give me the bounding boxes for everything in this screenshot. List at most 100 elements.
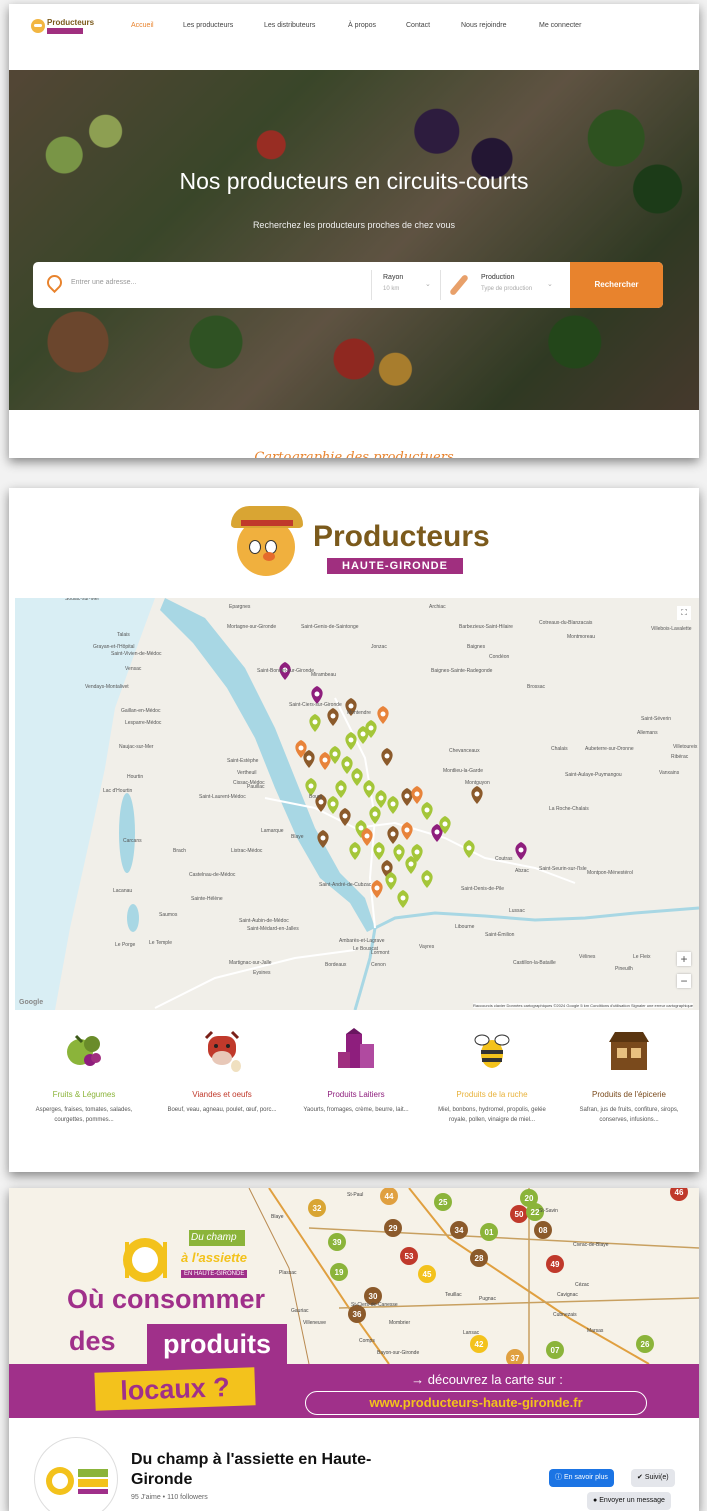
zoom-out-button[interactable]: − [677,974,691,988]
map-pin-icon[interactable] [303,750,315,768]
map-pin-icon[interactable] [387,796,399,814]
nav-a-propos[interactable]: À propos [348,22,376,29]
nav-me-connecter[interactable]: Me connecter [539,22,581,29]
map-pin-icon[interactable] [339,808,351,826]
search-button[interactable]: Rechercher [570,262,663,308]
map-place-label: Libourne [455,924,475,930]
chevron-down-icon[interactable]: ⌄ [425,280,431,288]
nav-contact[interactable]: Contact [406,22,430,29]
map-pin-icon[interactable] [375,790,387,808]
follow-label: Suivi(e) [644,1474,669,1481]
svg-text:34: 34 [455,1226,464,1235]
zoom-in-button[interactable]: + [677,952,691,966]
map-attribution[interactable]: Raccourcis clavier Données cartographiqu… [472,1003,693,1008]
svg-text:49: 49 [551,1260,560,1269]
map-pin-icon[interactable] [335,780,347,798]
map-number-badge: 01 [480,1223,498,1241]
map-pin-icon[interactable] [397,890,409,908]
follow-button[interactable]: ✔ Suivi(e) [631,1469,675,1487]
map-place-label: Allemans [637,730,658,736]
page-stats[interactable]: 95 J'aime • 110 followers [131,1494,208,1501]
nav-nous-rejoindre[interactable]: Nous rejoindre [461,22,507,29]
lac-lacanau [127,904,139,932]
fullscreen-icon[interactable]: ⛶ [677,606,691,620]
cover-place-label: Cavignac [557,1292,578,1298]
cover-place-label: Mombrier [389,1320,411,1326]
map-pin-icon[interactable] [345,732,357,750]
map-place-label: Vensac [125,666,142,672]
cover-place-label: Villeneuve [303,1320,326,1326]
map-pin-icon[interactable] [319,752,331,770]
category-fruits-legumes[interactable]: Fruits & Légumes Asperges, fraises, toma… [19,1028,149,1125]
map-pin-icon[interactable] [421,870,433,888]
category-viandes-oeufs[interactable]: Viandes et oeufs Boeuf, veau, agneau, po… [157,1028,287,1115]
map-number-badge: 32 [308,1199,326,1217]
map-pin-icon[interactable] [515,842,527,860]
headline-line-2a: des [69,1326,116,1356]
map-place-label: Chalais [551,746,568,752]
milk-icon [334,1028,378,1072]
map-place-label: Montendre [347,710,371,716]
map-pin-icon[interactable] [401,788,413,806]
map-pin-icon[interactable] [329,746,341,764]
map-place-label: Soulac-sur-Mer [65,598,100,602]
svg-text:46: 46 [675,1188,684,1197]
learn-more-button[interactable]: ⓘ En savoir plus [549,1469,614,1487]
map-pin-icon[interactable] [327,796,339,814]
map-place-label: Ribérac [671,754,689,760]
map-pin-icon[interactable] [341,756,353,774]
address-input[interactable]: Entrer une adresse... [71,279,136,286]
category-produits-ruche[interactable]: Produits de la ruche Miel, bonbons, hydr… [427,1028,557,1125]
category-desc: Asperges, fraises, tomates, salades, cou… [35,1107,133,1123]
nav-producteurs[interactable]: Les producteurs [183,22,233,29]
category-produits-laitiers[interactable]: Produits Laitiers Yaourts, fromages, crè… [291,1028,421,1115]
map-pin-icon[interactable] [309,714,321,732]
map-place-label: Vendays-Montalivet [85,684,129,690]
chevron-down-icon[interactable]: ⌄ [547,280,553,288]
send-message-button[interactable]: ● Envoyer un message [587,1492,671,1510]
radius-select[interactable]: 10 km [383,286,399,292]
map-pin-icon[interactable] [327,708,339,726]
map-place-label: Lacanau [113,888,133,894]
map-place-label: Blaye [291,834,304,840]
map-number-badge: 08 [534,1221,552,1239]
map-pin-icon[interactable] [471,786,483,804]
map-place-label: Lamarque [261,828,284,834]
map-pin-icon[interactable] [381,748,393,766]
map-pin-icon[interactable] [363,780,375,798]
map-pin-icon[interactable] [377,706,389,724]
production-select[interactable]: Type de production [481,286,532,292]
site-logo[interactable]: Producteurs [31,16,94,42]
map-pin-icon[interactable] [349,842,361,860]
map-place-label: Martignac-sur-Jalle [229,960,272,966]
map-pin-icon[interactable] [387,826,399,844]
map-number-badge: 34 [450,1221,468,1239]
profile-picture[interactable] [35,1438,117,1511]
map-place-label: Saint-Ciers-sur-Gironde [289,702,342,708]
category-desc: Yaourts, fromages, crème, beurre, lait..… [303,1107,409,1113]
map-pin-icon[interactable] [463,840,475,858]
map-place-label: Sainte-Hélène [191,896,223,902]
logo-title: Producteurs [313,520,490,553]
map-pin-icon[interactable] [369,806,381,824]
map-pin-icon[interactable] [411,786,423,804]
map-place-label: Villetoureix [673,744,698,750]
map-number-badge: 28 [470,1249,488,1267]
map-place-label: Mortagne-sur-Gironde [227,624,277,630]
map-pin-icon[interactable] [351,768,363,786]
cta-url[interactable]: www.producteurs-haute-gironde.fr [305,1391,647,1415]
category-produits-epicerie[interactable]: Produits de l'épicerie Safran, jus de fr… [564,1028,694,1125]
nav-distributeurs[interactable]: Les distributeurs [264,22,315,29]
map-pin-icon[interactable] [393,844,405,862]
dordogne-river [374,906,699,930]
producers-map[interactable]: Soulac-sur-Mer Talais Grayan-et-l'Hôpital S… [15,598,699,1010]
map-pin-icon[interactable] [371,880,383,898]
map-place-label: Hourtin [127,774,144,780]
map-number-badge: 49 [546,1255,564,1273]
map-place-label: Lac d'Hourtin [103,788,133,794]
map-pin-icon[interactable] [421,802,433,820]
map-place-label: Vélines [579,954,596,960]
nav-accueil[interactable]: Accueil [131,22,154,29]
map-pin-icon[interactable] [373,842,385,860]
category-name: Produits Laitiers [327,1090,385,1099]
